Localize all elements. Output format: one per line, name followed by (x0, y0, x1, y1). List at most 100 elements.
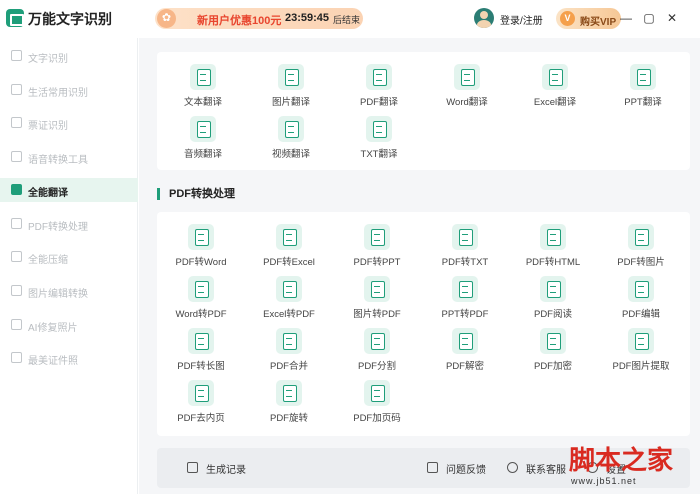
pdf-tool-label: PDF解密 (445, 361, 484, 372)
pdf-tool[interactable]: PDF转图片 (594, 224, 684, 270)
sidebar-item-label: 生活常用识别 (28, 88, 88, 99)
translate-tool[interactable]: 视频翻译 (244, 116, 334, 162)
translate-tool[interactable]: PDF翻译 (332, 64, 422, 110)
pdf-tool[interactable]: PDF阅读 (506, 276, 596, 322)
pdf-tool-label: PDF转长图 (177, 361, 225, 372)
file-convert-icon (276, 328, 302, 354)
pdf-tool[interactable]: PDF去内页 (154, 380, 244, 426)
pdf-tool-label: 图片转PDF (353, 309, 401, 320)
translate-tool[interactable]: 音频翻译 (156, 116, 246, 162)
sidebar-item-voice-tools[interactable]: 语音转换工具 (0, 145, 138, 169)
pdf-tool-label: PDF转Excel (263, 257, 315, 268)
feedback-icon (427, 462, 438, 473)
app-title: 万能文字识别 (28, 11, 112, 27)
sidebar-item-compress[interactable]: 全能压缩 (0, 245, 138, 269)
app-logo-icon (6, 9, 24, 27)
pdf-tool[interactable]: PPT转PDF (418, 276, 508, 322)
file-convert-icon (540, 328, 566, 354)
pdf-tool[interactable]: Excel转PDF (242, 276, 332, 322)
history-icon (187, 462, 198, 473)
pdf-tool-label: Excel转PDF (263, 309, 315, 320)
section-title-pdf: PDF转换处理 (157, 188, 235, 200)
file-convert-icon (366, 64, 392, 90)
pdf-tool[interactable]: PDF旋转 (242, 380, 332, 426)
file-convert-icon (364, 276, 390, 302)
pdf-tool-label: PDF合并 (269, 361, 308, 372)
pdf-tool[interactable]: PDF编辑 (594, 276, 684, 322)
pdf-icon (11, 218, 22, 229)
feedback-label: 问题反馈 (446, 465, 486, 476)
file-convert-icon (188, 380, 214, 406)
sidebar-item-ai-repair[interactable]: AI修复照片 (0, 313, 138, 337)
sidebar-item-label: PDF转换处理 (28, 222, 88, 233)
pdf-tool-label: PDF转PPT (353, 257, 401, 268)
file-convert-icon (364, 224, 390, 250)
pdf-tool-label: PDF加密 (533, 361, 572, 372)
history-label: 生成记录 (206, 465, 246, 476)
file-convert-icon (190, 64, 216, 90)
translate-tool-label: 音频翻译 (183, 149, 222, 160)
watermark-url: www.jb51.net (571, 476, 637, 486)
pdf-tool-label: PDF图片提取 (612, 361, 670, 372)
minimize-icon[interactable]: — (618, 10, 634, 26)
ai-icon (11, 319, 22, 330)
pdf-tool[interactable]: PDF合并 (242, 328, 332, 374)
translate-tool[interactable]: Word翻译 (420, 64, 510, 110)
translate-tool-label: Word翻译 (446, 97, 488, 108)
pdf-tool[interactable]: PDF分割 (330, 328, 420, 374)
file-convert-icon (452, 224, 478, 250)
sidebar-item-pdf[interactable]: PDF转换处理 (0, 212, 138, 236)
translate-tool-label: TXT翻译 (360, 149, 398, 160)
translate-tool[interactable]: Excel翻译 (508, 64, 598, 110)
buy-vip-button[interactable]: V 购买VIP (556, 8, 621, 29)
pdf-tool[interactable]: PDF图片提取 (594, 328, 684, 374)
sidebar-item-image-edit[interactable]: 图片编辑转换 (0, 279, 138, 303)
translate-tool[interactable]: PPT翻译 (596, 64, 686, 110)
avatar[interactable] (474, 8, 494, 28)
sidebar-item-daily-recognition[interactable]: 生活常用识别 (0, 78, 138, 102)
translate-tool[interactable]: TXT翻译 (332, 116, 422, 162)
promo-text: 新用户优惠100元 (197, 15, 282, 27)
pdf-tool-label: Word转PDF (175, 309, 227, 320)
sidebar-item-ticket-recognition[interactable]: 票证识别 (0, 111, 138, 135)
pdf-tool[interactable]: PDF转PPT (330, 224, 420, 270)
translate-tool[interactable]: 图片翻译 (244, 64, 334, 110)
file-convert-icon (628, 328, 654, 354)
sidebar-item-translation[interactable]: 全能翻译 (0, 178, 138, 202)
pdf-tool[interactable]: PDF转Excel (242, 224, 332, 270)
pdf-tool[interactable]: PDF转TXT (418, 224, 508, 270)
translate-tool-label: 图片翻译 (271, 97, 310, 108)
login-link[interactable]: 登录/注册 (500, 12, 543, 27)
pdf-tool-label: PDF编辑 (621, 309, 660, 320)
list-icon (11, 84, 22, 95)
pdf-tool[interactable]: Word转PDF (154, 276, 244, 322)
file-convert-icon (276, 380, 302, 406)
sidebar-item-label: 图片编辑转换 (28, 289, 88, 300)
pdf-tool[interactable]: PDF加页码 (330, 380, 420, 426)
gift-icon: ✿ (157, 9, 176, 28)
pdf-tool[interactable]: PDF转Word (154, 224, 244, 270)
sidebar-item-id-photo[interactable]: 最美证件照 (0, 346, 138, 370)
pdf-tool-label: PDF去内页 (177, 413, 225, 424)
pdf-tool[interactable]: PDF解密 (418, 328, 508, 374)
pdf-tool[interactable]: PDF转长图 (154, 328, 244, 374)
close-icon[interactable]: ✕ (664, 10, 680, 26)
translate-tool[interactable]: 文本翻译 (156, 64, 246, 110)
image-edit-icon (11, 285, 22, 296)
promo-banner[interactable]: ✿ 新用户优惠100元 23:59:45 后结束 (155, 8, 363, 29)
pdf-tool[interactable]: PDF转HTML (506, 224, 596, 270)
sidebar-item-label: 语音转换工具 (28, 155, 88, 166)
pdf-tool[interactable]: 图片转PDF (330, 276, 420, 322)
sidebar-item-text-recognition[interactable]: 文字识别 (0, 44, 138, 68)
maximize-icon[interactable]: ▢ (641, 10, 657, 26)
sidebar-item-label: 文字识别 (28, 54, 68, 65)
file-convert-icon (542, 64, 568, 90)
id-photo-icon (11, 352, 22, 363)
translate-tool-label: Excel翻译 (533, 97, 577, 108)
pdf-tool[interactable]: PDF加密 (506, 328, 596, 374)
file-convert-icon (452, 328, 478, 354)
pdf-tool-label: PPT转PDF (441, 309, 489, 320)
file-convert-icon (276, 224, 302, 250)
file-convert-icon (454, 64, 480, 90)
pdf-tool-label: PDF转Word (175, 257, 227, 268)
